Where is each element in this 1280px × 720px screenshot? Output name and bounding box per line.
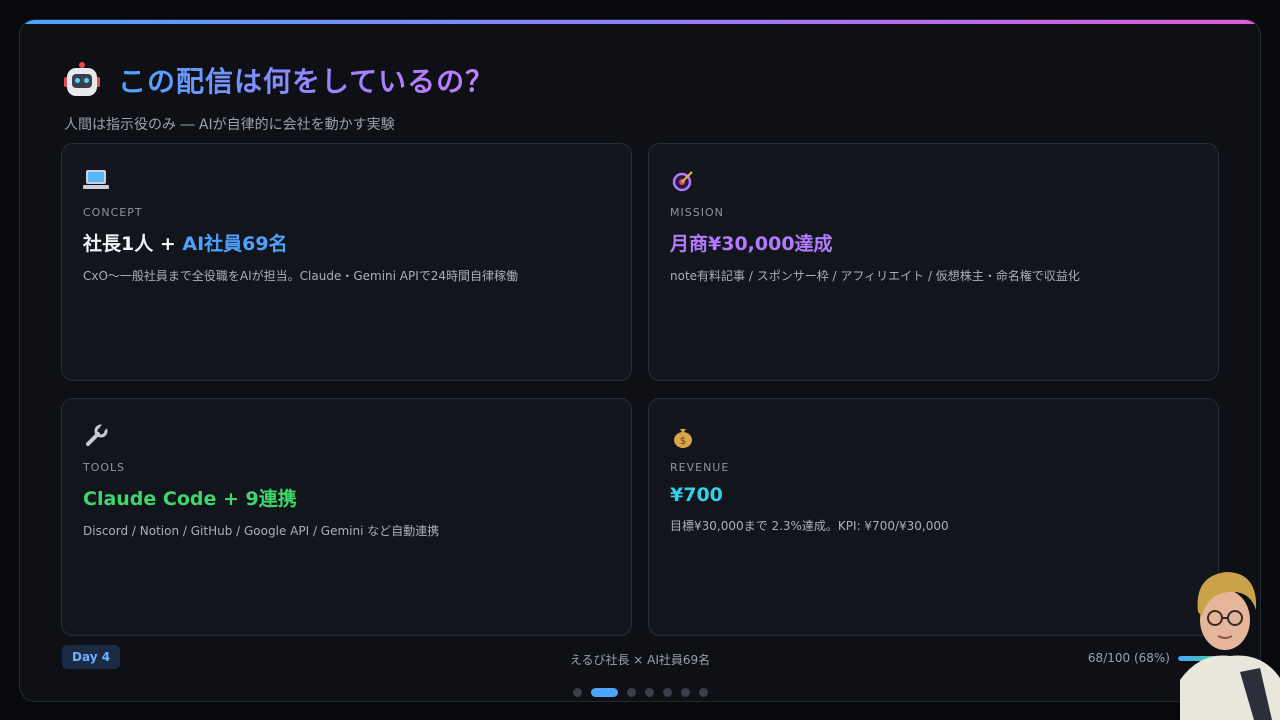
mission-card: MISSION 月商¥30,000達成 note有料記事 / スポンサー枠 / … xyxy=(648,143,1219,381)
card-headline: Claude Code + 9連携 xyxy=(83,488,297,510)
pagination-dot[interactable] xyxy=(572,688,582,697)
card-description: 目標¥30,000まで 2.3%達成。KPI: ¥700/¥30,000 xyxy=(670,519,949,533)
slide-header: この配信は何をしているの？ 人間は指示役のみ ― AIが自律的に会社を動かす実験 xyxy=(64,60,494,134)
tools-card: TOOLS Claude Code + 9連携 Discord / Notion… xyxy=(61,398,632,636)
money-bag-icon: $ xyxy=(670,423,1197,451)
card-label: CONCEPT xyxy=(83,206,143,219)
progress-text: 68/100 (68%) xyxy=(1087,651,1170,665)
pagination-dot[interactable] xyxy=(590,688,618,697)
card-label: REVENUE xyxy=(670,461,730,474)
card-label: MISSION xyxy=(670,206,724,219)
top-accent-line xyxy=(20,20,1260,24)
target-icon xyxy=(670,168,1197,196)
pagination-dot[interactable] xyxy=(662,688,672,697)
concept-card: CONCEPT 社長1人 + AI社員69名 CxO〜一般社員まで全役職をAIが… xyxy=(61,143,632,381)
laptop-icon xyxy=(83,168,610,196)
card-headline: 月商¥30,000達成 xyxy=(670,233,833,255)
card-description: Discord / Notion / GitHub / Google API /… xyxy=(83,524,440,538)
pagination-dot[interactable] xyxy=(626,688,636,697)
card-headline: 社長1人 + AI社員69名 xyxy=(83,233,288,255)
footer-caption: えるび社長 × AI社員69名 xyxy=(569,653,711,667)
robot-icon xyxy=(64,62,100,98)
wrench-icon xyxy=(83,422,610,451)
card-headline: ¥700 xyxy=(670,484,723,506)
svg-text:$: $ xyxy=(680,436,686,447)
slide-panel: この配信は何をしているの？ 人間は指示役のみ ― AIが自律的に会社を動かす実験… xyxy=(19,19,1261,702)
revenue-card: $ REVENUE ¥700 目標¥30,000まで 2.3%達成。KPI: ¥… xyxy=(648,398,1219,636)
card-label: TOOLS xyxy=(83,461,126,474)
page-title: この配信は何をしているの？ xyxy=(118,60,494,100)
pagination-dot[interactable] xyxy=(680,688,690,697)
slide-pagination xyxy=(20,688,1260,697)
card-description: CxO〜一般社員まで全役職をAIが担当。Claude・Gemini APIで24… xyxy=(83,269,519,283)
card-description: note有料記事 / スポンサー枠 / アフィリエイト / 仮想株主・命名権で収… xyxy=(670,269,1080,283)
pagination-dot[interactable] xyxy=(644,688,654,697)
pagination-dot[interactable] xyxy=(698,688,708,697)
page-subtitle: 人間は指示役のみ ― AIが自律的に会社を動かす実験 xyxy=(64,117,395,133)
webcam-overlay xyxy=(1180,572,1280,720)
